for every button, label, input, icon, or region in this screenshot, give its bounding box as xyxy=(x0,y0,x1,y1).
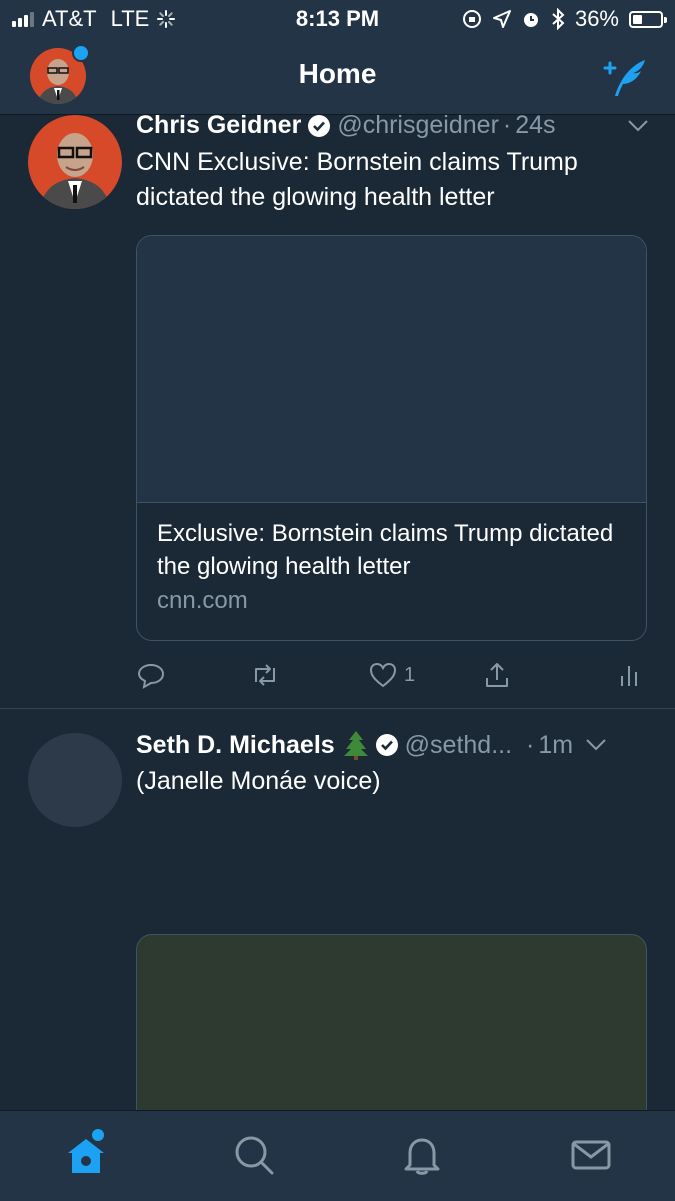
chevron-down-icon[interactable] xyxy=(585,738,607,752)
tweet[interactable]: Chris Geidner @chrisgeidner · 24s CNN Ex… xyxy=(0,115,675,709)
like-count: 1 xyxy=(404,663,416,686)
analytics-button[interactable] xyxy=(614,657,644,693)
heart-icon xyxy=(369,662,397,688)
tweet-author-name[interactable]: Seth D. Michaels xyxy=(136,731,335,760)
battery-percent: 36% xyxy=(574,6,619,31)
share-button[interactable] xyxy=(482,657,512,693)
tweet-author-handle: @sethd... xyxy=(404,730,513,759)
share-icon xyxy=(486,663,508,687)
tweet[interactable]: Seth D. Michaels @sethd... · 1m (Janelle… xyxy=(0,710,675,1110)
tweet-author-avatar[interactable] xyxy=(28,733,122,827)
tweet-author-name[interactable]: Chris Geidner xyxy=(136,115,301,140)
status-bar: AT&T LTE 8:13 PM 36% xyxy=(0,0,675,40)
compose-tweet-icon[interactable] xyxy=(599,54,649,100)
home-notification-dot xyxy=(92,1129,104,1141)
evergreen-tree-icon xyxy=(343,731,368,760)
mail-icon[interactable] xyxy=(569,1133,613,1177)
analytics-icon xyxy=(621,666,637,686)
alarm-icon xyxy=(523,13,538,27)
tweet-actions: 1 xyxy=(136,657,645,697)
link-card-title: Exclusive: Bornstein claims Trump dictat… xyxy=(157,520,614,580)
retweet-button[interactable] xyxy=(250,657,280,693)
verified-badge-icon xyxy=(308,115,331,137)
tweet-header: Seth D. Michaels @sethd... · 1m xyxy=(136,730,649,760)
tweet-timestamp: 24s xyxy=(515,115,556,139)
home-timeline[interactable]: Chris Geidner @chrisgeidner · 24s CNN Ex… xyxy=(0,115,675,1110)
like-button[interactable]: 1 xyxy=(368,657,415,693)
battery-icon xyxy=(629,10,667,28)
orientation-lock-icon xyxy=(462,10,481,28)
reply-button[interactable] xyxy=(136,657,166,693)
tweet-text: (Janelle Monáe voice) xyxy=(136,767,381,795)
tweet-timestamp: 1m xyxy=(538,730,574,759)
location-icon xyxy=(492,10,511,28)
page-title: Home xyxy=(298,58,377,89)
retweet-icon xyxy=(255,664,275,686)
tweet-media[interactable] xyxy=(136,934,647,1110)
search-icon[interactable] xyxy=(232,1133,276,1177)
link-card-image xyxy=(137,236,646,503)
bottom-tab-bar xyxy=(0,1110,675,1201)
bell-icon[interactable] xyxy=(400,1133,444,1177)
tweet-author-avatar[interactable] xyxy=(28,115,122,209)
status-right: 36% xyxy=(461,6,667,32)
verified-badge-icon xyxy=(375,734,398,756)
separator-dot: · xyxy=(502,115,512,139)
chevron-down-icon[interactable] xyxy=(627,119,649,133)
tweet-text: CNN Exclusive: Bornstein claims Trump di… xyxy=(136,148,578,211)
bluetooth-icon xyxy=(552,8,565,30)
tweet-author-handle: @chrisgeidner xyxy=(337,115,499,139)
avatar xyxy=(28,115,122,209)
reply-icon xyxy=(137,663,165,689)
tweet-header: Chris Geidner @chrisgeidner · 24s xyxy=(136,115,649,140)
separator-dot: · xyxy=(526,730,535,759)
top-nav-bar: Home xyxy=(0,40,675,115)
link-card[interactable]: Exclusive: Bornstein claims Trump dictat… xyxy=(136,235,647,641)
link-card-domain: cnn.com xyxy=(157,587,248,614)
